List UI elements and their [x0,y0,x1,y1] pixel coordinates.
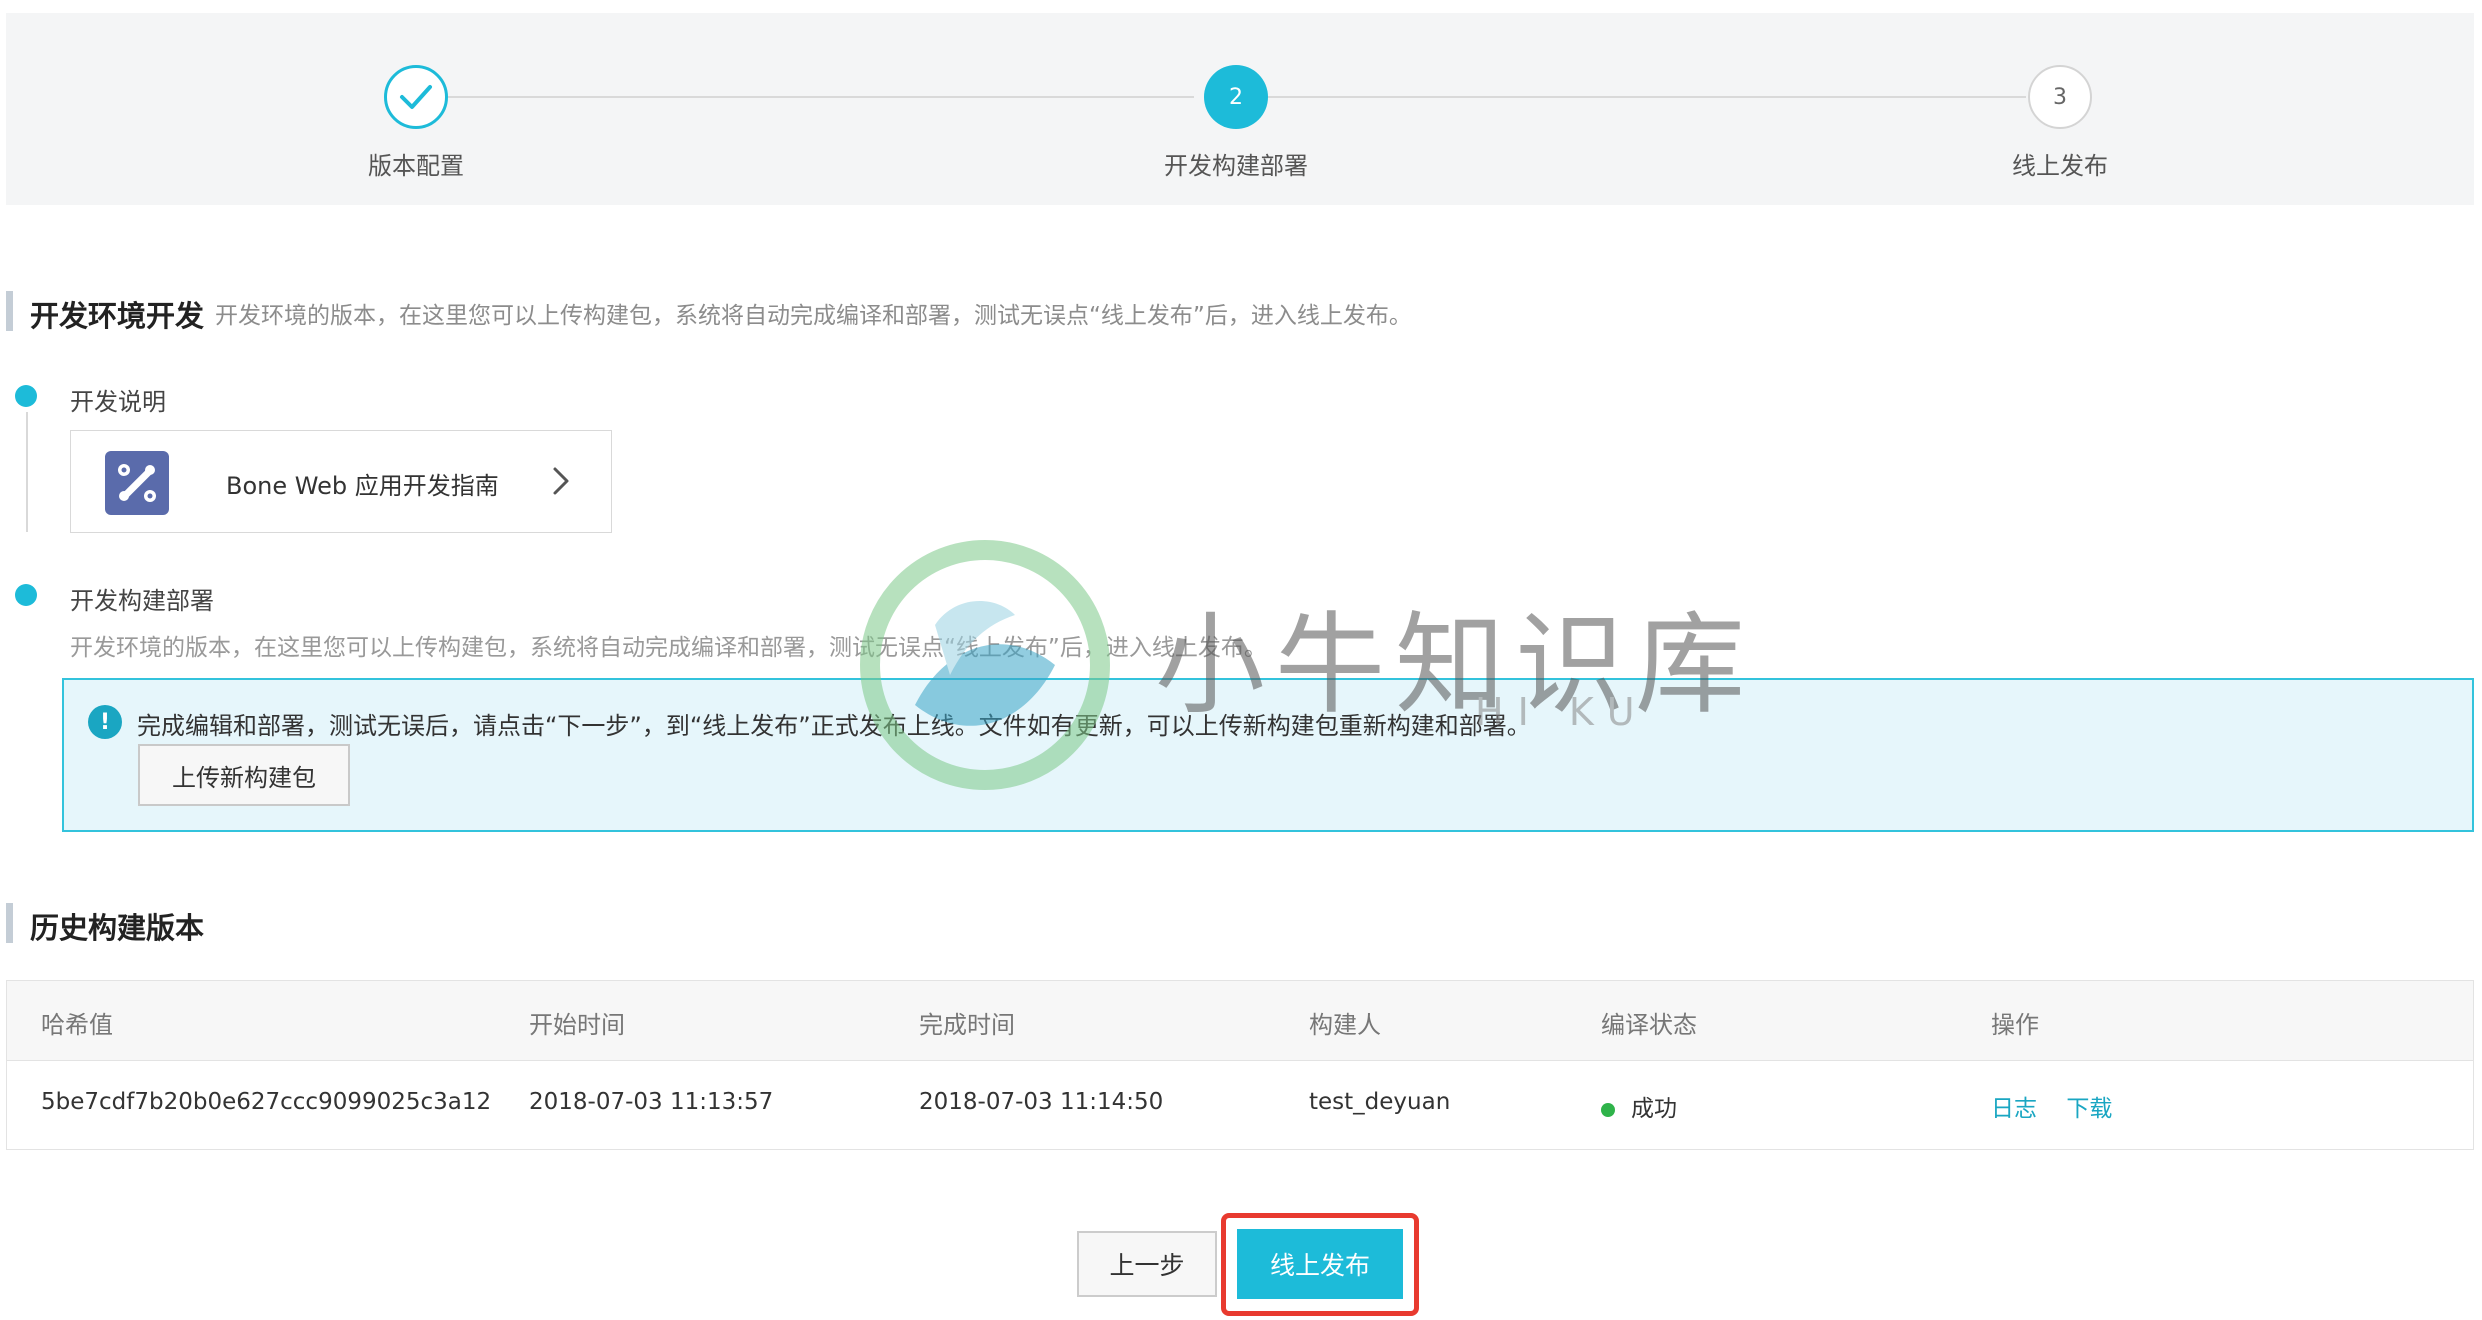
column-builder: 构建人 [1309,1011,1381,1039]
cell-end-time: 2018-07-03 11:14:50 [919,1089,1164,1115]
step-connector-2 [1260,96,2026,98]
info-alert: ! 完成编辑和部署，测试无误后，请点击“下一步”，到“线上发布”正式发布上线。文… [62,678,2474,832]
table-header: 哈希值 开始时间 完成时间 构建人 编译状态 操作 [7,981,2473,1061]
publish-online-button[interactable]: 线上发布 [1237,1229,1403,1299]
column-end-time: 完成时间 [919,1011,1015,1039]
section-accent-bar [6,291,13,331]
build-heading: 开发构建部署 [70,587,214,615]
upload-build-package-button[interactable]: 上传新构建包 [138,744,350,806]
chevron-right-icon [547,461,575,501]
column-start-time: 开始时间 [529,1011,625,1039]
cell-actions: 日志 下载 [1991,1089,2112,1123]
column-status: 编译状态 [1601,1011,1697,1039]
step-2-circle: 2 [1204,65,1268,129]
timeline-dot-guide [15,385,37,407]
dev-guide-label: Bone Web 应用开发指南 [226,472,499,500]
step-3-label: 线上发布 [2012,152,2108,180]
cell-status: 成功 [1601,1089,1677,1123]
timeline-dot-build [15,584,37,606]
cell-start-time: 2018-07-03 11:13:57 [529,1089,774,1115]
history-section-title: 历史构建版本 [30,911,205,945]
timeline-line [26,412,28,532]
step-2-label: 开发构建部署 [1164,152,1308,180]
status-text: 成功 [1631,1096,1677,1122]
progress-stepper: 版本配置 2 开发构建部署 3 线上发布 [6,13,2474,205]
dev-section-description: 开发环境的版本，在这里您可以上传构建包，系统将自动完成编译和部署，测试无误点“线… [215,303,1412,329]
dev-guide-card[interactable]: Bone Web 应用开发指南 [70,430,612,533]
wrench-puzzle-icon [105,451,169,515]
step-3-circle: 3 [2028,65,2092,129]
dev-section-title: 开发环境开发 [30,299,205,333]
previous-step-button[interactable]: 上一步 [1077,1231,1217,1297]
step-1-check-icon [384,65,448,129]
build-description: 开发环境的版本，在这里您可以上传构建包，系统将自动完成编译和部署，测试无误点“线… [70,635,1267,661]
cell-hash: 5be7cdf7b20b0e627ccc9099025c3a12 [41,1089,492,1115]
download-link[interactable]: 下载 [2066,1096,2112,1122]
step-1-label: 版本配置 [368,152,464,180]
info-icon: ! [88,705,122,739]
success-status-dot [1601,1102,1615,1117]
column-actions: 操作 [1991,1011,2039,1039]
build-history-table: 哈希值 开始时间 完成时间 构建人 编译状态 操作 5be7cdf7b20b0e… [6,980,2474,1150]
log-link[interactable]: 日志 [1991,1096,2037,1122]
cell-builder: test_deyuan [1309,1089,1451,1115]
guide-heading: 开发说明 [70,388,166,416]
history-accent-bar [6,903,13,943]
step-connector-1 [448,96,1194,98]
column-hash: 哈希值 [41,1011,113,1039]
alert-message: 完成编辑和部署，测试无误后，请点击“下一步”，到“线上发布”正式发布上线。文件如… [137,712,1531,740]
